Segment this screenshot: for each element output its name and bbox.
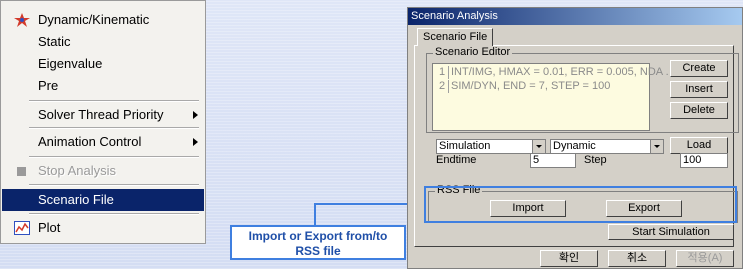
menu-separator bbox=[29, 156, 199, 158]
apply-button: 적용(A) bbox=[676, 250, 734, 267]
menu-item-dynamic-kinematic[interactable]: Dynamic/Kinematic bbox=[2, 9, 204, 31]
group-label: Scenario Editor bbox=[433, 46, 513, 58]
menu-item-label: Solver Thread Priority bbox=[38, 107, 164, 122]
menu-item-label: Stop Analysis bbox=[38, 163, 117, 178]
mode-select[interactable]: Dynamic bbox=[550, 139, 664, 154]
menu-item-label: Scenario File bbox=[38, 192, 114, 207]
create-button[interactable]: Create bbox=[670, 60, 728, 77]
load-button[interactable]: Load bbox=[670, 137, 728, 154]
start-simulation-button[interactable]: Start Simulation bbox=[608, 224, 734, 240]
menu-item-label: Static bbox=[38, 34, 71, 49]
menu-item-animation-control[interactable]: Animation Control bbox=[2, 131, 204, 153]
menu-item-label: Pre bbox=[38, 78, 59, 93]
mode-select-value: Dynamic bbox=[553, 140, 596, 152]
endtime-label: Endtime bbox=[436, 154, 477, 166]
chevron-down-icon[interactable] bbox=[532, 140, 545, 153]
callout-connector bbox=[314, 203, 316, 226]
dialog-title[interactable]: Scenario Analysis bbox=[408, 8, 742, 25]
menu-item-pre[interactable]: Pre bbox=[2, 75, 204, 97]
submenu-arrow-icon bbox=[193, 111, 198, 119]
menu-item-scenario-file[interactable]: Scenario File bbox=[2, 189, 204, 211]
menu-separator bbox=[29, 213, 199, 215]
rss-highlight-frame bbox=[424, 186, 737, 223]
callout-box: Import or Export from/to RSS file bbox=[230, 225, 406, 260]
step-input[interactable]: 100 bbox=[680, 153, 728, 168]
ok-button[interactable]: 확인 bbox=[540, 250, 598, 267]
insert-button[interactable]: Insert bbox=[670, 81, 728, 98]
scenario-analysis-dialog: Scenario Analysis Scenario File Scenario… bbox=[407, 7, 743, 269]
type-select[interactable]: Simulation bbox=[436, 139, 546, 154]
menu-item-plot[interactable]: Plot bbox=[2, 217, 204, 239]
menu-item-stop-analysis: Stop Analysis bbox=[2, 160, 204, 182]
row-number: 1 bbox=[436, 66, 449, 79]
endtime-input[interactable]: 5 bbox=[530, 153, 576, 168]
analysis-context-menu: Dynamic/Kinematic Static Eigenvalue Pre … bbox=[0, 0, 206, 244]
delete-button[interactable]: Delete bbox=[670, 102, 728, 119]
plot-icon bbox=[14, 221, 30, 235]
callout-line-1: Import or Export from/to bbox=[248, 229, 388, 243]
list-item[interactable]: 1 INT/IMG, HMAX = 0.01, ERR = 0.005, NDA… bbox=[433, 66, 669, 79]
row-number: 2 bbox=[436, 80, 449, 93]
row-text: SIM/DYN, END = 7, STEP = 100 bbox=[451, 80, 611, 92]
tab-scenario-file[interactable]: Scenario File bbox=[417, 28, 494, 46]
scenario-list[interactable]: 1 INT/IMG, HMAX = 0.01, ERR = 0.005, NDA… bbox=[432, 63, 669, 131]
submenu-arrow-icon bbox=[193, 138, 198, 146]
menu-item-solver-thread-priority[interactable]: Solver Thread Priority bbox=[2, 104, 204, 126]
type-select-value: Simulation bbox=[439, 140, 491, 152]
menu-item-label: Plot bbox=[38, 220, 61, 235]
menu-separator bbox=[29, 184, 199, 186]
chevron-down-icon[interactable] bbox=[650, 140, 663, 153]
callout-line-2: RSS file bbox=[295, 244, 341, 258]
list-item[interactable]: 2 SIM/DYN, END = 7, STEP = 100 bbox=[433, 80, 669, 93]
menu-item-label: Eigenvalue bbox=[38, 56, 103, 71]
menu-item-label: Dynamic/Kinematic bbox=[38, 12, 150, 27]
cancel-button[interactable]: 취소 bbox=[608, 250, 666, 267]
menu-item-label: Animation Control bbox=[38, 134, 142, 149]
row-text: INT/IMG, HMAX = 0.01, ERR = 0.005, NDA .… bbox=[451, 66, 669, 78]
menu-item-static[interactable]: Static bbox=[2, 31, 204, 53]
stop-icon bbox=[17, 167, 26, 176]
menu-item-eigenvalue[interactable]: Eigenvalue bbox=[2, 53, 204, 75]
step-label: Step bbox=[584, 154, 607, 166]
dynamic-kinematic-icon bbox=[14, 13, 30, 27]
menu-separator bbox=[29, 100, 199, 102]
callout-connector bbox=[314, 203, 414, 205]
menu-separator bbox=[29, 127, 199, 129]
